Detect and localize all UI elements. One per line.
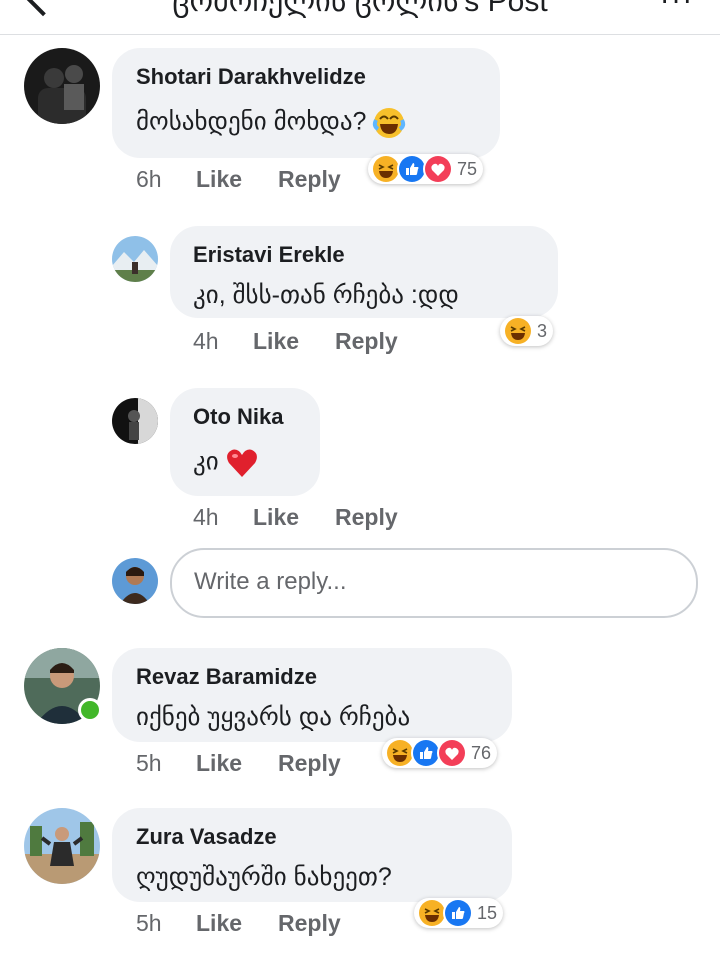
reply-button[interactable]: Reply [278, 166, 341, 193]
current-user-avatar [112, 558, 158, 604]
red-heart-emoji-icon [225, 446, 259, 480]
more-options-icon[interactable]: ··· [660, 0, 694, 16]
comment-text: ღუდუშაურში ნახეეთ? [136, 863, 392, 891]
like-button[interactable]: Like [196, 750, 242, 777]
comment-author[interactable]: Oto Nika [193, 404, 283, 430]
love-icon [423, 154, 453, 184]
reaction-count: 75 [457, 158, 478, 179]
love-icon [437, 738, 467, 768]
reply-input-placeholder: Write a reply... [194, 568, 347, 595]
haha-icon [503, 316, 533, 346]
reply-input[interactable]: Write a reply... [170, 548, 698, 618]
reaction-count: 76 [471, 742, 492, 763]
comment-time: 5h [136, 910, 162, 936]
comment-time: 4h [193, 328, 219, 354]
reaction-summary[interactable]: 75 [368, 154, 484, 184]
like-button[interactable]: Like [196, 910, 242, 937]
like-button[interactable]: Like [253, 328, 299, 355]
online-status-indicator [78, 698, 102, 722]
comment-author[interactable]: Eristavi Erekle [193, 242, 345, 268]
comment-text: კი, შსს-თან რჩება :დდ [193, 281, 459, 309]
avatar[interactable] [24, 48, 100, 124]
comment-text: იქნებ უყვარს და რჩება [136, 703, 411, 731]
like-icon [443, 898, 473, 928]
reply-button[interactable]: Reply [335, 504, 398, 531]
comment-time: 5h [136, 750, 162, 776]
avatar[interactable] [24, 808, 100, 884]
reaction-summary[interactable]: 3 [500, 316, 554, 346]
reaction-count: 3 [537, 320, 548, 341]
comment-author[interactable]: Zura Vasadze [136, 824, 277, 850]
comment-author[interactable]: Shotari Darakhvelidze [136, 64, 366, 90]
comment-author[interactable]: Revaz Baramidze [136, 664, 317, 690]
reaction-summary[interactable]: 15 [414, 898, 504, 928]
comment-text: კი [193, 446, 259, 480]
comment-time: 6h [136, 166, 162, 192]
avatar[interactable] [112, 398, 158, 444]
comment-text: მოსახდენი მოხდა? [136, 106, 406, 140]
top-bar: ცომოჩელის ცოლის's Post ··· [0, 0, 720, 35]
reply-button[interactable]: Reply [278, 750, 341, 777]
tears-of-joy-emoji-icon [372, 106, 406, 140]
reaction-count: 15 [477, 902, 498, 923]
like-button[interactable]: Like [253, 504, 299, 531]
like-button[interactable]: Like [196, 166, 242, 193]
page-title: ცომოჩელის ცოლის's Post [172, 0, 548, 18]
comment-time: 4h [193, 504, 219, 530]
reaction-summary[interactable]: 76 [382, 738, 498, 768]
reply-button[interactable]: Reply [335, 328, 398, 355]
reply-button[interactable]: Reply [278, 910, 341, 937]
avatar[interactable] [112, 236, 158, 282]
